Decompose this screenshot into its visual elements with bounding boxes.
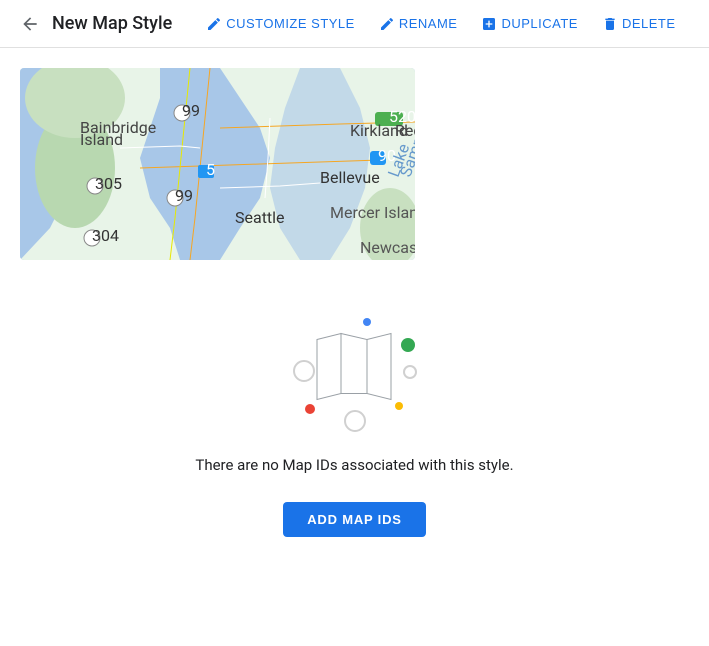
header: New Map Style CUSTOMIZE STYLE RENAME DUP… (0, 0, 709, 48)
dot-green-right (401, 338, 415, 352)
dot-outline-right (403, 365, 417, 379)
delete-label: DELETE (622, 16, 676, 31)
page-title: New Map Style (52, 13, 172, 34)
svg-text:5: 5 (206, 160, 215, 179)
svg-text:305: 305 (95, 174, 122, 193)
svg-text:304: 304 (92, 226, 119, 245)
svg-text:Newcastle: Newcastle (360, 238, 415, 257)
duplicate-icon (481, 16, 497, 32)
rename-button[interactable]: RENAME (369, 10, 468, 38)
back-arrow-icon (20, 14, 40, 34)
customize-label: CUSTOMIZE STYLE (226, 16, 355, 31)
svg-text:99: 99 (175, 186, 193, 205)
trash-icon (602, 16, 618, 32)
svg-text:Seattle: Seattle (235, 208, 285, 227)
empty-state: There are no Map IDs associated with thi… (20, 300, 689, 537)
delete-button[interactable]: DELETE (592, 10, 686, 38)
add-map-ids-button[interactable]: ADD MAP IDS (283, 502, 426, 537)
map-fold-svg (315, 332, 395, 402)
duplicate-button[interactable]: DUPLICATE (471, 10, 588, 38)
header-actions: CUSTOMIZE STYLE RENAME DUPLICATE DELETE (196, 10, 685, 38)
svg-text:Mercer Island: Mercer Island (330, 203, 415, 222)
map-preview: 5 90 520 99 99 305 304 5 Seattle (20, 68, 415, 260)
svg-text:Bellevue: Bellevue (320, 168, 380, 187)
dot-blue-top (363, 318, 371, 326)
back-button[interactable] (16, 10, 44, 38)
map-illustration (275, 300, 435, 440)
customize-icon (206, 16, 222, 32)
dot-outline-tl (293, 360, 315, 382)
rename-label: RENAME (399, 16, 458, 31)
dot-yellow (395, 402, 403, 410)
map-svg: 5 90 520 99 99 305 304 5 Seattle (20, 68, 415, 260)
empty-message: There are no Map IDs associated with thi… (195, 456, 513, 474)
rename-icon (379, 16, 395, 32)
svg-text:Island: Island (80, 130, 123, 149)
dot-outline-bottom (344, 410, 366, 432)
customize-style-button[interactable]: CUSTOMIZE STYLE (196, 10, 365, 38)
svg-text:99: 99 (182, 101, 200, 120)
main-content: 5 90 520 99 99 305 304 5 Seattle (0, 48, 709, 557)
duplicate-label: DUPLICATE (501, 16, 578, 31)
dot-red (305, 404, 315, 414)
